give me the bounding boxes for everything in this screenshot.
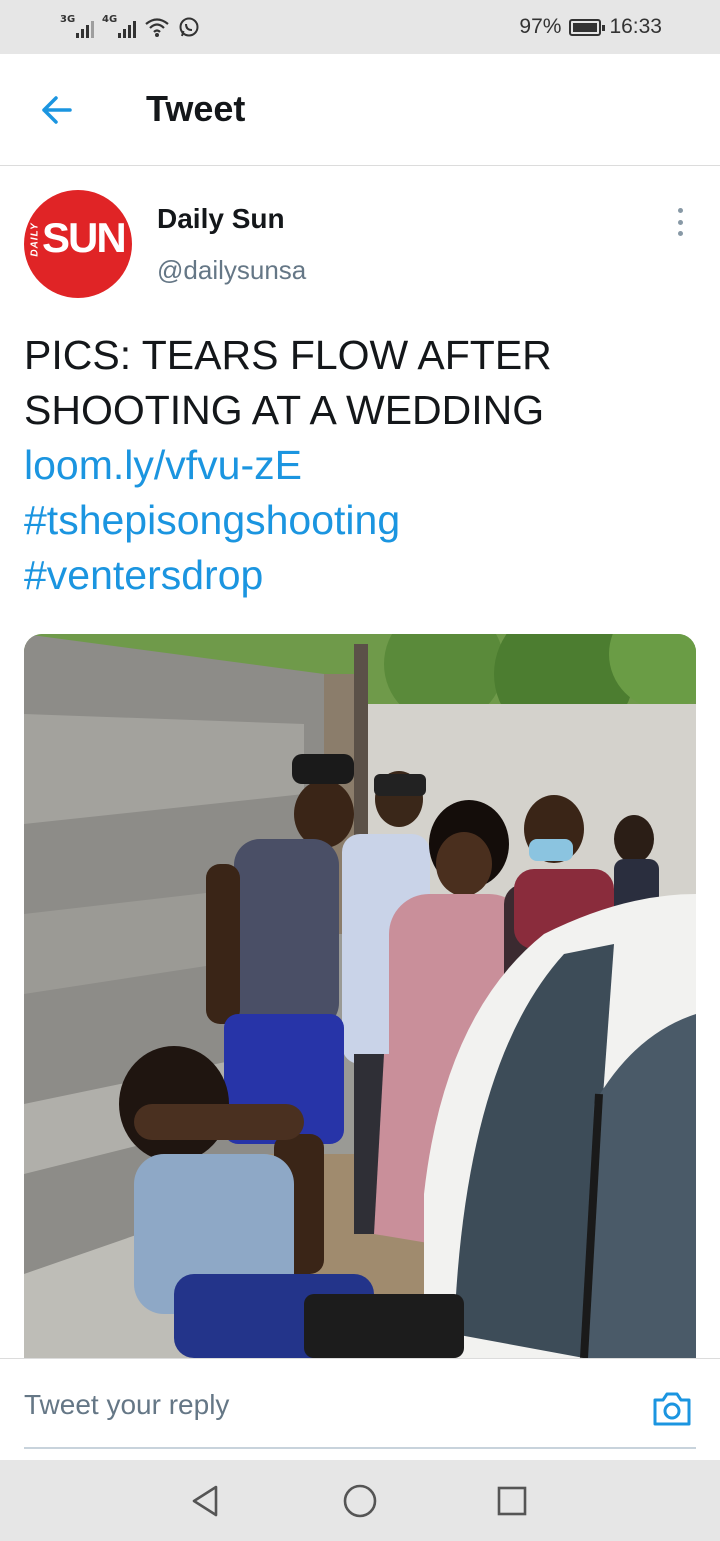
author-handle[interactable]: @dailysunsa [157,255,306,286]
more-options-button[interactable] [664,204,696,240]
reply-input[interactable]: Tweet your reply [24,1389,229,1421]
signal-icon: 3G [60,14,94,38]
avatar[interactable]: DAILY SUN [24,190,132,298]
whatsapp-icon [179,17,199,37]
reply-underline [24,1447,696,1449]
arrow-left-icon [42,96,72,124]
more-vertical-icon [677,208,683,213]
tweet-text-line: SHOOTING AT A WEDDING [24,387,545,433]
home-circle-icon [343,1484,377,1518]
hashtag-link[interactable]: #tshepisongshooting [24,493,704,548]
tweet-link[interactable]: loom.ly/vfvu-zE [24,438,704,493]
battery-icon [569,18,606,36]
status-bar: 3G 4G 97% 16:33 [0,0,720,54]
recents-square-icon [497,1486,527,1516]
hashtag-link[interactable]: #ventersdrop [24,548,704,603]
back-button[interactable] [30,84,82,136]
back-triangle-icon [192,1485,218,1517]
avatar-logo-side-text: DAILY [29,222,41,257]
nav-back-button[interactable] [182,1478,228,1524]
camera-button[interactable] [648,1387,696,1431]
battery-percent: 97% [519,15,562,38]
status-bar-left: 3G 4G [60,12,200,42]
signal-icon: 4G [102,14,136,38]
network-type-label: 3G [60,14,76,25]
tweet-photo[interactable] [24,634,696,1358]
app-header: Tweet [0,54,720,166]
tweet-text-line: PICS: TEARS FLOW AFTER [24,332,552,378]
status-bar-right: 97% 16:33 [519,12,662,42]
nav-home-button[interactable] [337,1478,383,1524]
wifi-icon [145,18,169,37]
nav-recents-button[interactable] [489,1478,535,1524]
avatar-logo-text: SUN [42,214,127,261]
author-name[interactable]: Daily Sun [157,203,285,235]
page-title: Tweet [146,88,246,129]
clock: 16:33 [609,15,662,38]
system-nav-bar [0,1460,720,1541]
photo-illustration [24,634,696,1358]
network-type-label: 4G [102,14,118,25]
camera-icon [653,1392,691,1426]
tweet-text: PICS: TEARS FLOW AFTER SHOOTING AT A WED… [24,328,704,603]
reply-composer: Tweet your reply [0,1358,720,1458]
